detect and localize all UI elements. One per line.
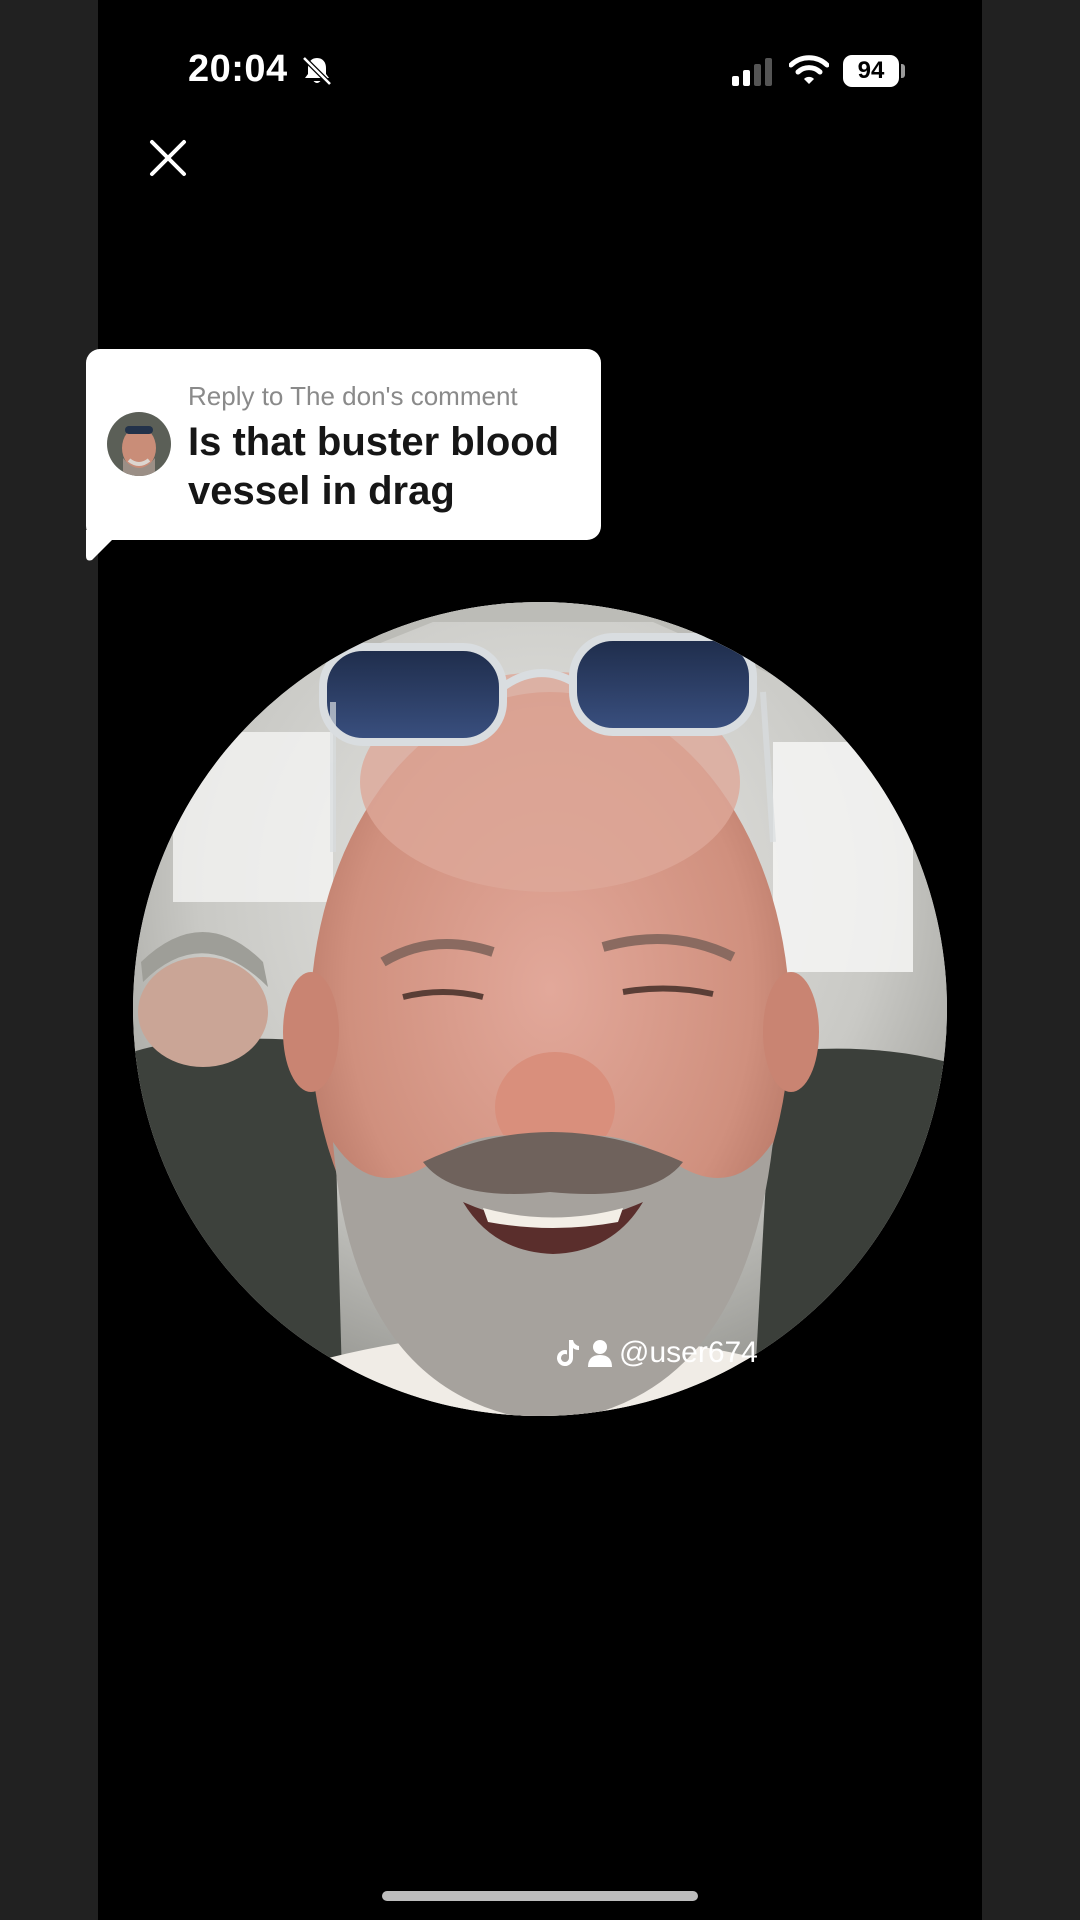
- video-frame: [133, 602, 947, 1416]
- video-circle[interactable]: [133, 602, 947, 1416]
- comment-text: Is that buster blood vessel in drag: [188, 420, 560, 513]
- left-letterbox: [0, 0, 98, 1920]
- battery-icon: 94: [843, 55, 899, 87]
- signal-icon: [732, 58, 772, 86]
- close-icon[interactable]: [148, 138, 188, 178]
- bell-off-icon: [302, 56, 332, 86]
- right-letterbox: [982, 0, 1080, 1920]
- person-icon: [588, 1340, 612, 1367]
- tiktok-icon: [557, 1340, 579, 1367]
- commenter-avatar[interactable]: [107, 412, 171, 476]
- video-watermark: @user674: [555, 1336, 775, 1370]
- bubble-tail: [86, 530, 122, 561]
- wifi-icon: [789, 55, 829, 84]
- status-time: 20:04: [188, 48, 288, 90]
- watermark-handle: @user674: [619, 1336, 758, 1369]
- home-indicator[interactable]: [382, 1891, 698, 1901]
- reply-to-label: Reply to The don's comment: [188, 381, 518, 411]
- battery-tip: [901, 64, 905, 78]
